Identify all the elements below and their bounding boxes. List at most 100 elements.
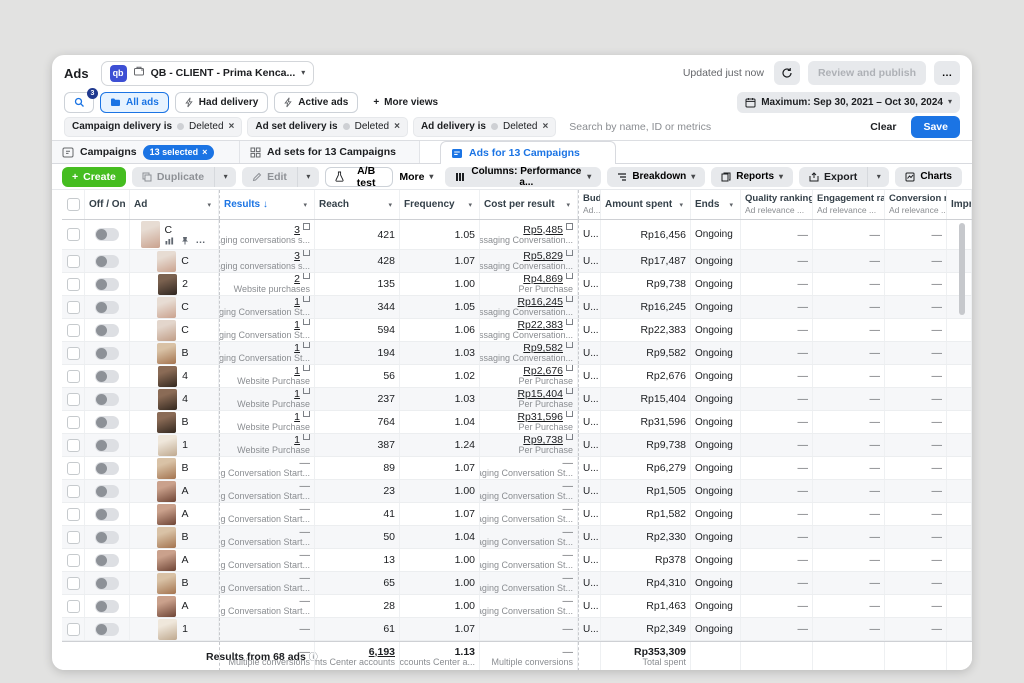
ad-thumbnail[interactable] xyxy=(157,550,176,571)
ad-name[interactable]: B xyxy=(181,347,188,359)
off-on-toggle[interactable] xyxy=(95,485,119,498)
row-checkbox[interactable] xyxy=(67,577,80,590)
col-ends[interactable]: Ends▾ xyxy=(691,190,741,219)
row-checkbox[interactable] xyxy=(67,228,80,241)
ad-name[interactable]: C xyxy=(181,301,189,313)
ab-test-button[interactable]: A/B test xyxy=(325,167,393,187)
row-checkbox[interactable] xyxy=(67,324,80,337)
ad-cell[interactable]: A xyxy=(130,480,219,502)
ad-name[interactable]: A xyxy=(181,485,188,497)
row-checkbox[interactable] xyxy=(67,485,80,498)
ad-thumbnail[interactable] xyxy=(158,274,177,295)
ad-name[interactable]: 1 xyxy=(182,623,188,635)
total-reach-link[interactable]: 6,193 xyxy=(369,646,395,658)
search-views-button[interactable]: 3 xyxy=(64,92,94,113)
ad-thumbnail[interactable] xyxy=(157,573,176,594)
ad-name[interactable]: A xyxy=(181,600,188,612)
col-conversion-rate-ranking[interactable]: Conversion rate ranking▾Ad relevance ... xyxy=(885,190,947,219)
more-options-button[interactable]: … xyxy=(934,61,960,85)
vertical-scrollbar[interactable] xyxy=(959,223,965,315)
row-checkbox[interactable] xyxy=(67,255,80,268)
tab-campaigns[interactable]: Campaigns 13 selected × xyxy=(52,141,240,163)
off-on-toggle[interactable] xyxy=(95,600,119,613)
ad-thumbnail[interactable] xyxy=(157,343,176,364)
ad-thumbnail[interactable] xyxy=(158,435,177,456)
row-checkbox[interactable] xyxy=(67,370,80,383)
ad-name[interactable]: 4 xyxy=(182,370,188,382)
charts-button[interactable]: Charts xyxy=(895,167,962,187)
account-selector[interactable]: qb QB - CLIENT - Prima Kenca... ▾ xyxy=(101,61,315,86)
ad-thumbnail[interactable] xyxy=(157,412,176,433)
columns-button[interactable]: Columns: Performance a... ▾ xyxy=(445,167,601,187)
row-checkbox[interactable] xyxy=(67,531,80,544)
ad-thumbnail[interactable] xyxy=(158,389,177,410)
off-on-toggle[interactable] xyxy=(95,228,119,241)
chevron-down-icon[interactable]: ▾ xyxy=(303,201,310,209)
row-checkbox[interactable] xyxy=(67,554,80,567)
edit-button[interactable]: Edit xyxy=(242,167,297,187)
select-all-checkbox[interactable] xyxy=(67,198,80,211)
create-button[interactable]: + Create xyxy=(62,167,126,187)
filter-chip-campaign-delivery[interactable]: Campaign delivery is Deleted × xyxy=(64,117,242,137)
ad-cell[interactable]: 1 xyxy=(130,434,219,456)
filter-chip-adset-delivery[interactable]: Ad set delivery is Deleted × xyxy=(247,117,408,137)
chevron-down-icon[interactable]: ▾ xyxy=(679,201,686,209)
off-on-toggle[interactable] xyxy=(95,416,119,429)
row-checkbox[interactable] xyxy=(67,393,80,406)
ad-name[interactable]: 4 xyxy=(182,393,188,405)
ad-thumbnail[interactable] xyxy=(157,504,176,525)
ad-thumbnail[interactable] xyxy=(158,366,177,387)
ad-name[interactable]: A xyxy=(181,508,188,520)
row-checkbox[interactable] xyxy=(67,347,80,360)
off-on-toggle[interactable] xyxy=(95,439,119,452)
off-on-toggle[interactable] xyxy=(95,531,119,544)
ad-cell[interactable]: 1 xyxy=(130,618,219,640)
save-filter-button[interactable]: Save xyxy=(911,116,960,138)
off-on-toggle[interactable] xyxy=(95,623,119,636)
col-engagement-rate-ranking[interactable]: Engagement rate ranking▾Ad relevance ... xyxy=(813,190,885,219)
row-checkbox[interactable] xyxy=(67,462,80,475)
off-on-toggle[interactable] xyxy=(95,393,119,406)
row-checkbox[interactable] xyxy=(67,439,80,452)
col-reach[interactable]: Reach▾ xyxy=(315,190,400,219)
off-on-toggle[interactable] xyxy=(95,462,119,475)
more-options-icon[interactable]: … xyxy=(196,238,206,243)
more-button[interactable]: More ▾ xyxy=(399,167,433,187)
results-value[interactable]: 3 xyxy=(294,224,310,236)
row-checkbox[interactable] xyxy=(67,623,80,636)
col-impressions[interactable]: Impres... xyxy=(947,190,972,219)
close-icon[interactable]: × xyxy=(542,121,548,132)
chevron-down-icon[interactable]: ▾ xyxy=(729,201,736,209)
ad-cell[interactable]: B xyxy=(130,526,219,548)
ad-thumbnail[interactable] xyxy=(157,251,176,272)
off-on-toggle[interactable] xyxy=(95,508,119,521)
row-checkbox[interactable] xyxy=(67,278,80,291)
chevron-down-icon[interactable]: ▾ xyxy=(388,201,395,209)
row-checkbox[interactable] xyxy=(67,508,80,521)
close-icon[interactable]: × xyxy=(202,147,207,157)
col-results[interactable]: Results ↓▾ xyxy=(219,190,315,219)
col-cost-per-result[interactable]: Cost per result▾ xyxy=(480,190,578,219)
tab-ad-sets[interactable]: Ad sets for 13 Campaigns xyxy=(240,141,420,163)
ad-thumbnail[interactable] xyxy=(157,297,176,318)
breakdown-button[interactable]: Breakdown ▾ xyxy=(607,167,705,187)
off-on-toggle[interactable] xyxy=(95,278,119,291)
off-on-toggle[interactable] xyxy=(95,324,119,337)
ad-cell[interactable]: B xyxy=(130,572,219,594)
off-on-toggle[interactable] xyxy=(95,554,119,567)
ad-cell[interactable]: B xyxy=(130,342,219,364)
row-checkbox[interactable] xyxy=(67,416,80,429)
off-on-toggle[interactable] xyxy=(95,347,119,360)
refresh-button[interactable] xyxy=(774,61,800,85)
view-all-ads[interactable]: All ads xyxy=(100,92,169,113)
ad-thumbnail[interactable] xyxy=(157,481,176,502)
ad-thumbnail[interactable] xyxy=(157,527,176,548)
view-had-delivery[interactable]: Had delivery xyxy=(175,92,268,113)
clear-filters-button[interactable]: Clear xyxy=(870,121,896,133)
ad-thumbnail[interactable] xyxy=(157,458,176,479)
view-active-ads[interactable]: Active ads xyxy=(274,92,358,113)
ad-thumbnail[interactable] xyxy=(141,221,160,248)
off-on-toggle[interactable] xyxy=(95,577,119,590)
duplicate-dropdown[interactable]: ▾ xyxy=(214,167,236,187)
ad-name[interactable]: A xyxy=(181,554,188,566)
